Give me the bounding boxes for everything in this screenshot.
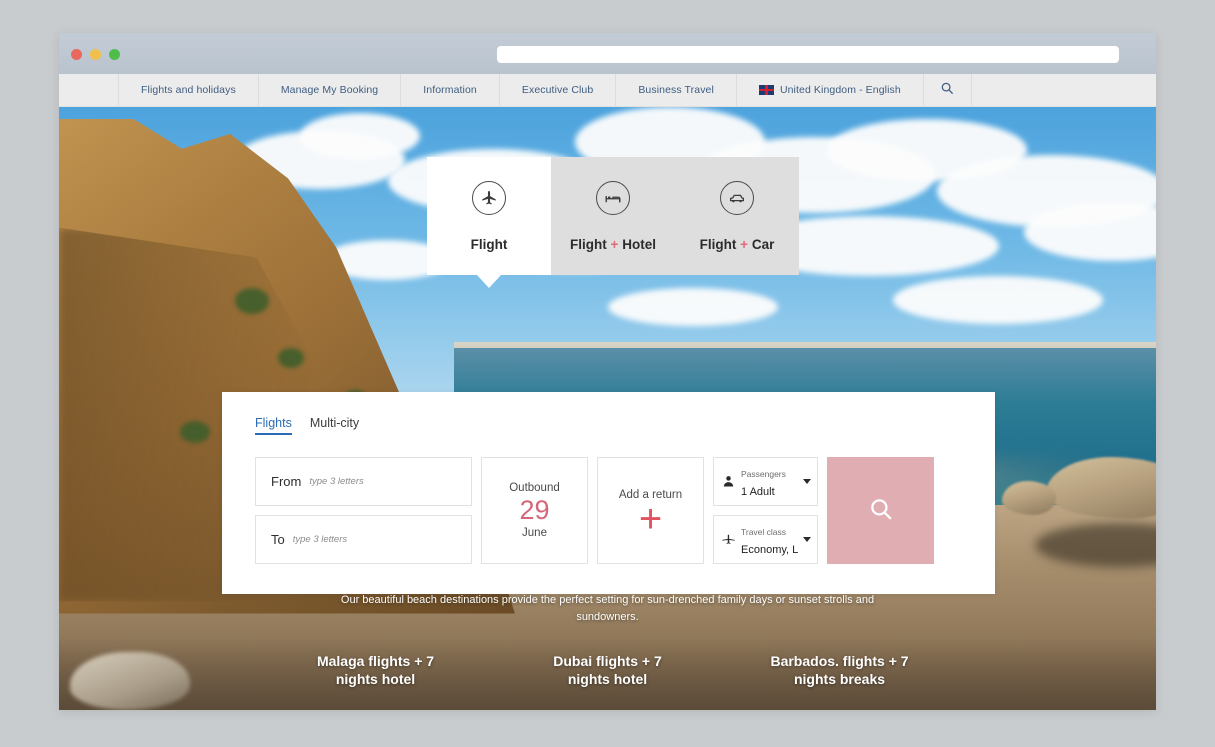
product-type-tabs: Flight Flight + Hotel Flight + Car <box>427 157 799 275</box>
product-tab-primary: Flight <box>570 236 607 252</box>
travel-class-label: Travel class <box>741 526 787 537</box>
travel-class-text: Travel class Economy, L <box>741 522 798 558</box>
passengers-label: Passengers <box>741 468 786 479</box>
nav-label: Business Travel <box>638 84 714 96</box>
promo-line-2: nights hotel <box>567 670 648 687</box>
nav-item-flights-and-holidays[interactable]: Flights and holidays <box>118 74 259 106</box>
nav-item-executive-club[interactable]: Executive Club <box>500 74 617 106</box>
bed-icon <box>596 180 630 215</box>
promo-line-2: nights hotel <box>335 670 416 687</box>
locale-label: United Kingdom - English <box>779 84 901 96</box>
maximize-window-button[interactable] <box>109 49 120 60</box>
from-placeholder: type 3 letters <box>309 476 364 487</box>
to-field[interactable]: To type 3 letters <box>255 515 472 564</box>
product-tab-plus: + <box>610 236 619 252</box>
promo-line-1: Dubai flights + 7 <box>553 652 662 669</box>
outbound-day: 29 <box>519 494 550 525</box>
browser-chrome <box>59 33 1156 74</box>
product-tab-primary: Flight <box>699 236 737 252</box>
nav-search-button[interactable] <box>924 74 972 106</box>
nav-label: Information <box>423 84 477 96</box>
product-tab-suffix: Car <box>751 236 775 252</box>
close-window-button[interactable] <box>71 49 82 60</box>
search-icon <box>868 496 894 525</box>
to-placeholder: type 3 letters <box>292 534 348 545</box>
travel-class-selector[interactable]: Travel class Economy, L <box>713 515 818 564</box>
beach-holidays-subtitle: Our beautiful beach destinations provide… <box>340 593 875 623</box>
product-tab-plus: + <box>740 236 749 252</box>
promo-line-2: nights breaks <box>793 670 886 687</box>
promo-link-barbados[interactable]: Barbados. flights + 7 nights breaks <box>750 652 930 688</box>
nav-label: Manage My Booking <box>280 84 379 96</box>
product-tab-flight-car[interactable]: Flight + Car <box>675 157 799 275</box>
cliff-vegetation <box>234 287 269 314</box>
hero-section: Flight Flight + Hotel Flight + Car Fligh… <box>59 107 1156 710</box>
outbound-date-picker[interactable]: Outbound 29 June <box>481 457 588 564</box>
site-navigation: Flights and holidays Manage My Booking I… <box>59 74 1156 107</box>
cliff-vegetation <box>179 420 210 443</box>
search-flights-button[interactable] <box>827 457 934 564</box>
passengers-selector[interactable]: Passengers 1 Adult <box>713 457 818 506</box>
promo-line-1: Malaga flights + 7 <box>316 652 435 669</box>
promo-link-dubai[interactable]: Dubai flights + 7 nights hotel <box>518 652 698 688</box>
search-icon <box>940 81 954 100</box>
airplane-icon <box>721 532 736 547</box>
cloud <box>892 275 1103 324</box>
product-tab-primary: Flight <box>470 236 508 252</box>
booking-tab-list: Flights Multi-city <box>255 416 962 435</box>
passengers-value: 1 Adult <box>741 485 775 498</box>
promo-line-1: Barbados. flights + 7 <box>770 652 909 669</box>
airplane-icon <box>472 180 506 215</box>
uk-flag-icon <box>758 85 774 95</box>
tab-multi-city[interactable]: Multi-city <box>310 416 359 435</box>
tab-flights[interactable]: Flights <box>255 416 292 435</box>
person-icon <box>721 474 736 489</box>
nav-item-locale-selector[interactable]: United Kingdom - English <box>737 74 924 106</box>
screenshot-root: Flights and holidays Manage My Booking I… <box>0 0 1215 747</box>
from-field[interactable]: From type 3 letters <box>255 457 472 506</box>
chevron-down-icon <box>803 479 811 484</box>
nav-label: Executive Club <box>521 84 594 96</box>
window-controls <box>71 49 120 60</box>
sea-rock <box>1002 480 1057 515</box>
plus-icon: + <box>638 496 663 541</box>
cloud <box>300 113 421 160</box>
nav-item-information[interactable]: Information <box>401 74 500 106</box>
product-tab-label: Flight <box>471 237 508 252</box>
origin-destination-group: From type 3 letters To type 3 letters <box>255 457 472 564</box>
from-label: From <box>271 474 302 489</box>
chevron-down-icon <box>803 537 811 542</box>
passenger-class-group: Passengers 1 Adult Travel class Economy,… <box>713 457 818 564</box>
outbound-month: June <box>522 527 547 540</box>
nav-label: Flights and holidays <box>141 84 236 96</box>
product-tab-label: Flight + Car <box>700 237 775 252</box>
product-tab-flight-hotel[interactable]: Flight + Hotel <box>551 157 675 275</box>
url-bar[interactable] <box>497 46 1119 63</box>
promo-link-malaga[interactable]: Malaga flights + 7 nights hotel <box>286 652 466 688</box>
travel-class-value: Economy, L <box>741 543 798 556</box>
booking-widget: Flights Multi-city From type 3 letters T… <box>222 392 995 594</box>
to-label: To <box>271 532 285 547</box>
minimize-window-button[interactable] <box>90 49 101 60</box>
product-tab-flight[interactable]: Flight <box>427 157 551 275</box>
passengers-text: Passengers 1 Adult <box>741 464 798 500</box>
add-return-button[interactable]: Add a return + <box>597 457 704 564</box>
promo-links: Malaga flights + 7 nights hotel Dubai fl… <box>179 652 1036 688</box>
outbound-label: Outbound <box>509 481 560 494</box>
nav-item-business-travel[interactable]: Business Travel <box>616 74 737 106</box>
car-icon <box>720 180 754 215</box>
product-tab-suffix: Hotel <box>622 236 656 252</box>
browser-window: Flights and holidays Manage My Booking I… <box>59 33 1156 710</box>
product-tab-label: Flight + Hotel <box>570 237 656 252</box>
cloud <box>607 287 778 326</box>
nav-item-manage-my-booking[interactable]: Manage My Booking <box>259 74 402 106</box>
booking-fields-row: From type 3 letters To type 3 letters Ou… <box>255 457 962 564</box>
